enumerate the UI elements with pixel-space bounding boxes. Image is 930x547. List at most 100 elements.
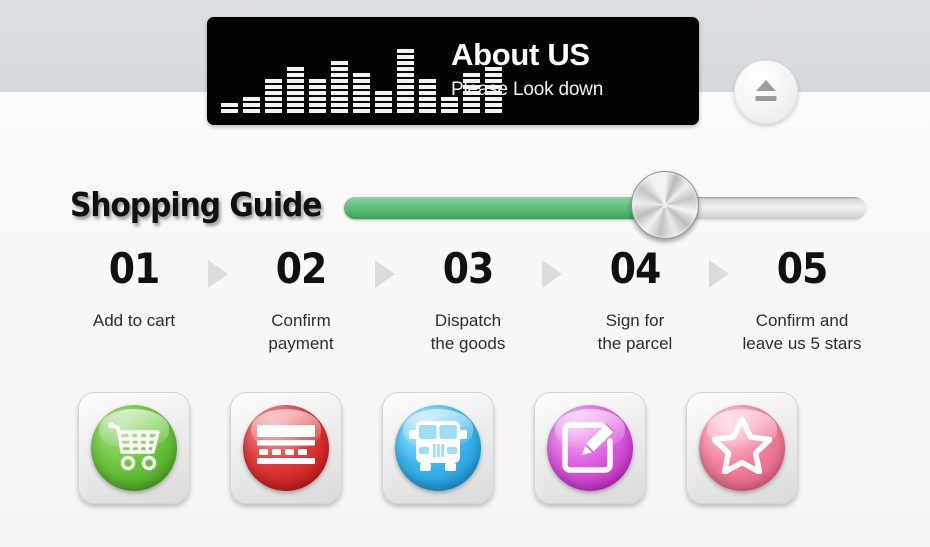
step-tile-04[interactable] [534, 392, 646, 504]
equalizer-segment [243, 97, 260, 101]
equalizer-bar [353, 73, 370, 113]
icon-orb [395, 405, 481, 491]
equalizer-segment [287, 109, 304, 113]
step-label: Add to cart [92, 311, 176, 330]
step-tile-05[interactable] [686, 392, 798, 504]
equalizer-segment [353, 91, 370, 95]
step-label: Dispatch the goods [430, 311, 506, 353]
equalizer-segment [331, 91, 348, 95]
equalizer-segment [375, 109, 392, 113]
equalizer-segment [221, 109, 238, 113]
equalizer-segment [287, 79, 304, 83]
equalizer-segment [309, 79, 326, 83]
equalizer-segment [419, 85, 436, 89]
step-tile-02[interactable] [230, 392, 342, 504]
eject-icon-bar [755, 96, 777, 101]
equalizer-segment [331, 61, 348, 65]
equalizer-bar [221, 103, 238, 113]
icon-orb [91, 405, 177, 491]
tile-slot [210, 392, 362, 504]
equalizer-segment [441, 109, 458, 113]
equalizer-segment [375, 91, 392, 95]
icon-orb [547, 405, 633, 491]
tile-slot [58, 392, 210, 504]
banner-title: About US [451, 37, 590, 72]
eject-button[interactable] [734, 60, 798, 124]
equalizer-segment [265, 97, 282, 101]
tile-slot [362, 392, 514, 504]
equalizer-segment [243, 103, 260, 107]
equalizer-segment [463, 109, 480, 113]
banner-subtitle: Please Look down [451, 78, 604, 100]
equalizer-bar [309, 79, 326, 113]
equalizer-segment [309, 85, 326, 89]
equalizer-segment [287, 97, 304, 101]
icon-orb [243, 405, 329, 491]
equalizer-segment [419, 103, 436, 107]
equalizer-segment [309, 97, 326, 101]
step-04: 04 Sign for the parcel [559, 248, 711, 356]
step-label: Confirm payment [268, 311, 334, 353]
equalizer-bar [419, 79, 436, 113]
progress-slider[interactable] [344, 171, 866, 239]
step-02: 02 Confirm payment [225, 248, 377, 356]
slider-knob[interactable] [631, 171, 699, 239]
equalizer-segment [397, 91, 414, 95]
equalizer-segment [485, 109, 502, 113]
step-number: 05 [776, 244, 829, 293]
icon-orb [699, 405, 785, 491]
equalizer-segment [287, 91, 304, 95]
equalizer-segment [397, 67, 414, 71]
star-icon [711, 416, 773, 479]
step-arrow-separator [708, 248, 729, 288]
equalizer-segment [287, 67, 304, 71]
equalizer-segment [397, 103, 414, 107]
equalizer-segment [331, 73, 348, 77]
page-title: Shopping Guide [70, 185, 322, 224]
equalizer-segment [353, 97, 370, 101]
equalizer-segment [265, 85, 282, 89]
shopping-cart-icon [106, 420, 162, 477]
step-number: 04 [609, 244, 662, 293]
equalizer-segment [331, 85, 348, 89]
step-arrow-separator [207, 248, 228, 288]
equalizer-bar [287, 67, 304, 113]
equalizer-bar [265, 79, 282, 113]
step-arrow-separator [541, 248, 562, 288]
step-number: 01 [108, 244, 161, 293]
equalizer-segment [265, 79, 282, 83]
equalizer-segment [419, 91, 436, 95]
step-number: 03 [442, 244, 495, 293]
equalizer-segment [331, 67, 348, 71]
equalizer-segment [221, 103, 238, 107]
eject-icon [756, 80, 776, 91]
icon-tiles-row [58, 392, 878, 504]
equalizer-segment [309, 103, 326, 107]
step-number: 02 [275, 244, 328, 293]
equalizer-segment [397, 109, 414, 113]
credit-card-icon [256, 424, 316, 473]
equalizer-segment [375, 103, 392, 107]
equalizer-segment [287, 73, 304, 77]
equalizer-bar [375, 91, 392, 113]
step-03: 03 Dispatch the goods [392, 248, 544, 356]
step-01: 01 Add to cart [58, 248, 210, 333]
equalizer-segment [419, 97, 436, 101]
about-us-banner: About US Please Look down [207, 17, 699, 125]
tile-slot [666, 392, 818, 504]
step-label: Confirm and leave us 5 stars [742, 311, 862, 353]
equalizer-segment [265, 109, 282, 113]
equalizer-segment [397, 85, 414, 89]
equalizer-segment [485, 103, 502, 107]
equalizer-segment [265, 103, 282, 107]
step-05: 05 Confirm and leave us 5 stars [726, 248, 878, 356]
equalizer-segment [309, 109, 326, 113]
slider-fill [344, 197, 654, 219]
equalizer-segment [397, 73, 414, 77]
equalizer-segment [419, 79, 436, 83]
step-arrow-separator [374, 248, 395, 288]
equalizer-segment [265, 91, 282, 95]
step-tile-03[interactable] [382, 392, 494, 504]
banner-text-group: About US Please Look down [451, 37, 681, 101]
step-tile-01[interactable] [78, 392, 190, 504]
